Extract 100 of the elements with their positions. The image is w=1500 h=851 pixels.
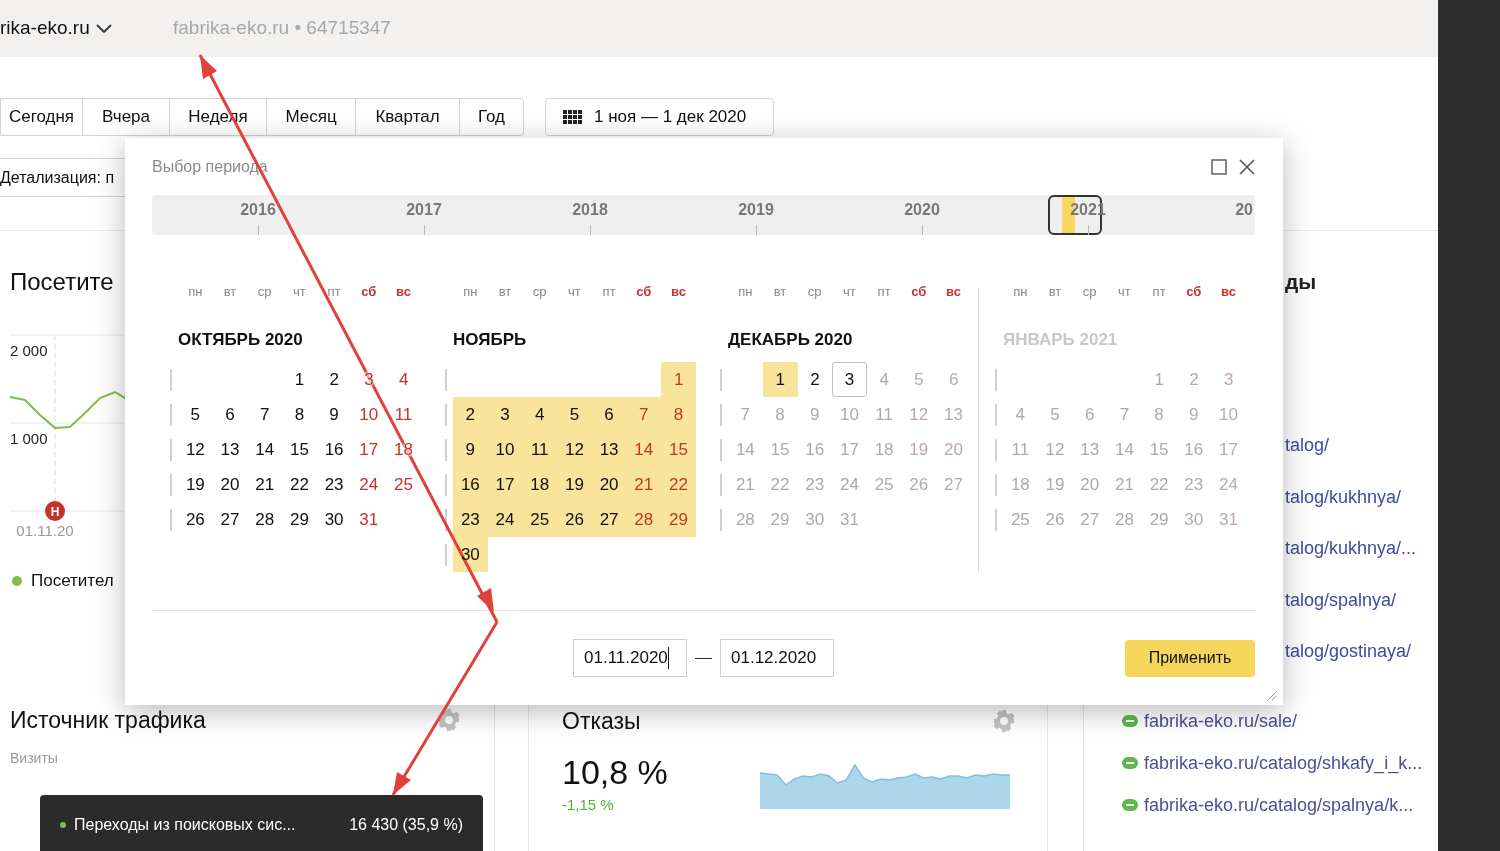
calendar-day[interactable]: 2	[316, 362, 352, 397]
calendar-day[interactable]: 17	[351, 432, 387, 467]
weekday-label: ср	[806, 283, 823, 302]
calendar-day[interactable]: 1	[661, 362, 696, 397]
calendar-day[interactable]: 28	[247, 502, 283, 537]
calendar-day[interactable]: 3	[487, 397, 523, 432]
calendar-day[interactable]: 1	[762, 362, 798, 397]
calendar-day[interactable]: 22	[661, 467, 696, 502]
calendar-day[interactable]: 8	[282, 397, 317, 432]
year-label[interactable]: 2019	[738, 201, 774, 219]
weekday-label: пт	[326, 283, 342, 302]
axis-label: 2 000	[10, 342, 48, 359]
calendar-day[interactable]: 19	[178, 467, 213, 502]
gear-icon[interactable]	[437, 708, 461, 732]
calendar-day[interactable]: 6	[591, 397, 627, 432]
calendar-day[interactable]: 17	[487, 467, 523, 502]
page-link[interactable]: talog/kukhnya/	[1285, 483, 1402, 511]
calendar-day[interactable]: 30	[453, 537, 488, 572]
calendar-day[interactable]: 20	[591, 467, 627, 502]
date-range-button[interactable]: 1 ноя — 1 дек 2020	[545, 98, 774, 136]
calendar-day[interactable]: 10	[351, 397, 387, 432]
weekday-label: вс	[945, 283, 962, 302]
year-label[interactable]: 2020	[904, 201, 940, 219]
calendar-day[interactable]: 24	[351, 467, 387, 502]
calendar-day[interactable]: 23	[316, 467, 352, 502]
calendar-day[interactable]: 21	[626, 467, 662, 502]
calendar-day[interactable]: 7	[626, 397, 662, 432]
resize-grip-icon[interactable]	[1267, 691, 1277, 701]
period-button[interactable]: Сегодня	[1, 99, 82, 135]
calendar-day[interactable]: 5	[178, 397, 213, 432]
calendar-day[interactable]: 7	[247, 397, 283, 432]
page-link[interactable]: fabrika-eko.ru/catalog/spalnya/k...	[1144, 791, 1414, 819]
calendar-day[interactable]: 15	[282, 432, 317, 467]
weekday-label: сб	[360, 283, 378, 302]
page-link[interactable]: fabrika-eko.ru/sale/	[1144, 707, 1298, 735]
page-link[interactable]: fabrika-eko.ru/catalog/shkafy_i_k...	[1144, 749, 1423, 777]
calendar-day[interactable]: 16	[316, 432, 352, 467]
calendar-day[interactable]: 26	[557, 502, 592, 537]
calendar-day[interactable]: 2	[797, 362, 833, 397]
calendar-day[interactable]: 13	[591, 432, 627, 467]
page-link[interactable]: talog/	[1285, 432, 1330, 460]
calendar-day[interactable]: 29	[661, 502, 696, 537]
calendar-day[interactable]: 27	[212, 502, 248, 537]
date-field[interactable]: 01.11.2020	[573, 639, 687, 677]
calendar-day[interactable]: 9	[316, 397, 352, 432]
year-label[interactable]: 2016	[240, 201, 276, 219]
calendar-day[interactable]: 9	[453, 432, 488, 467]
apply-button[interactable]: Применить	[1125, 639, 1255, 677]
calendar-day[interactable]: 21	[247, 467, 283, 502]
calendar-day[interactable]: 18	[522, 467, 558, 502]
event-marker[interactable]: Н	[45, 501, 65, 521]
calendar-day[interactable]: 11	[386, 397, 421, 432]
period-button[interactable]: Месяц	[266, 99, 355, 135]
page-link[interactable]: talog/gostinaya/	[1285, 638, 1412, 666]
page-link[interactable]: talog/kukhnya/...	[1285, 535, 1417, 563]
calendar-day[interactable]: 30	[316, 502, 352, 537]
page-link[interactable]: talog/spalnya/	[1285, 586, 1397, 614]
period-button[interactable]: Год	[459, 99, 523, 135]
calendar-day[interactable]: 16	[453, 467, 488, 502]
calendar-day[interactable]: 22	[282, 467, 317, 502]
calendar-day[interactable]: 8	[661, 397, 696, 432]
calendar-day[interactable]: 27	[591, 502, 627, 537]
calendar-day[interactable]: 5	[557, 397, 592, 432]
calendar-day[interactable]: 6	[212, 397, 248, 432]
calendar-day[interactable]: 4	[522, 397, 558, 432]
calendar-day[interactable]: 15	[661, 432, 696, 467]
calendar-day[interactable]: 20	[212, 467, 248, 502]
calendar-day[interactable]: 31	[351, 502, 387, 537]
calendar-day[interactable]: 25	[522, 502, 558, 537]
legend-label: Посетител	[31, 570, 114, 593]
year-label[interactable]: 2017	[406, 201, 442, 219]
calendar-day[interactable]: 24	[487, 502, 523, 537]
calendar-day[interactable]: 28	[626, 502, 662, 537]
date-field[interactable]: 01.12.2020	[720, 639, 834, 677]
counter-selector[interactable]: rika-eko.ru	[0, 14, 173, 43]
calendar-day[interactable]: 4	[386, 362, 421, 397]
calendar-day[interactable]: 2	[453, 397, 488, 432]
close-icon[interactable]	[1239, 158, 1255, 175]
calendar-day[interactable]: 19	[557, 467, 592, 502]
calendar-day[interactable]: 12	[178, 432, 213, 467]
calendar-day[interactable]: 10	[487, 432, 523, 467]
period-button[interactable]: Вчера	[82, 99, 169, 135]
site-favicon-icon	[1122, 799, 1138, 811]
calendar-day[interactable]: 11	[522, 432, 558, 467]
weekday-label: ср	[1081, 283, 1098, 302]
calendar-day[interactable]: 1	[282, 362, 317, 397]
calendar-day[interactable]: 23	[453, 502, 488, 537]
period-button[interactable]: Квартал	[355, 99, 459, 135]
calendar-day[interactable]: 12	[557, 432, 592, 467]
year-label[interactable]: 2018	[572, 201, 608, 219]
calendar-day[interactable]: 26	[178, 502, 213, 537]
maximize-icon[interactable]	[1211, 158, 1227, 175]
calendar-day[interactable]: 14	[247, 432, 283, 467]
year-label[interactable]: 20	[1235, 201, 1253, 219]
calendar-day[interactable]: 25	[386, 467, 421, 502]
calendar-day[interactable]: 13	[212, 432, 248, 467]
calendar-day[interactable]: 29	[282, 502, 317, 537]
calendar-day[interactable]: 3	[832, 362, 867, 397]
gear-icon[interactable]	[992, 709, 1016, 733]
calendar-day[interactable]: 14	[626, 432, 662, 467]
